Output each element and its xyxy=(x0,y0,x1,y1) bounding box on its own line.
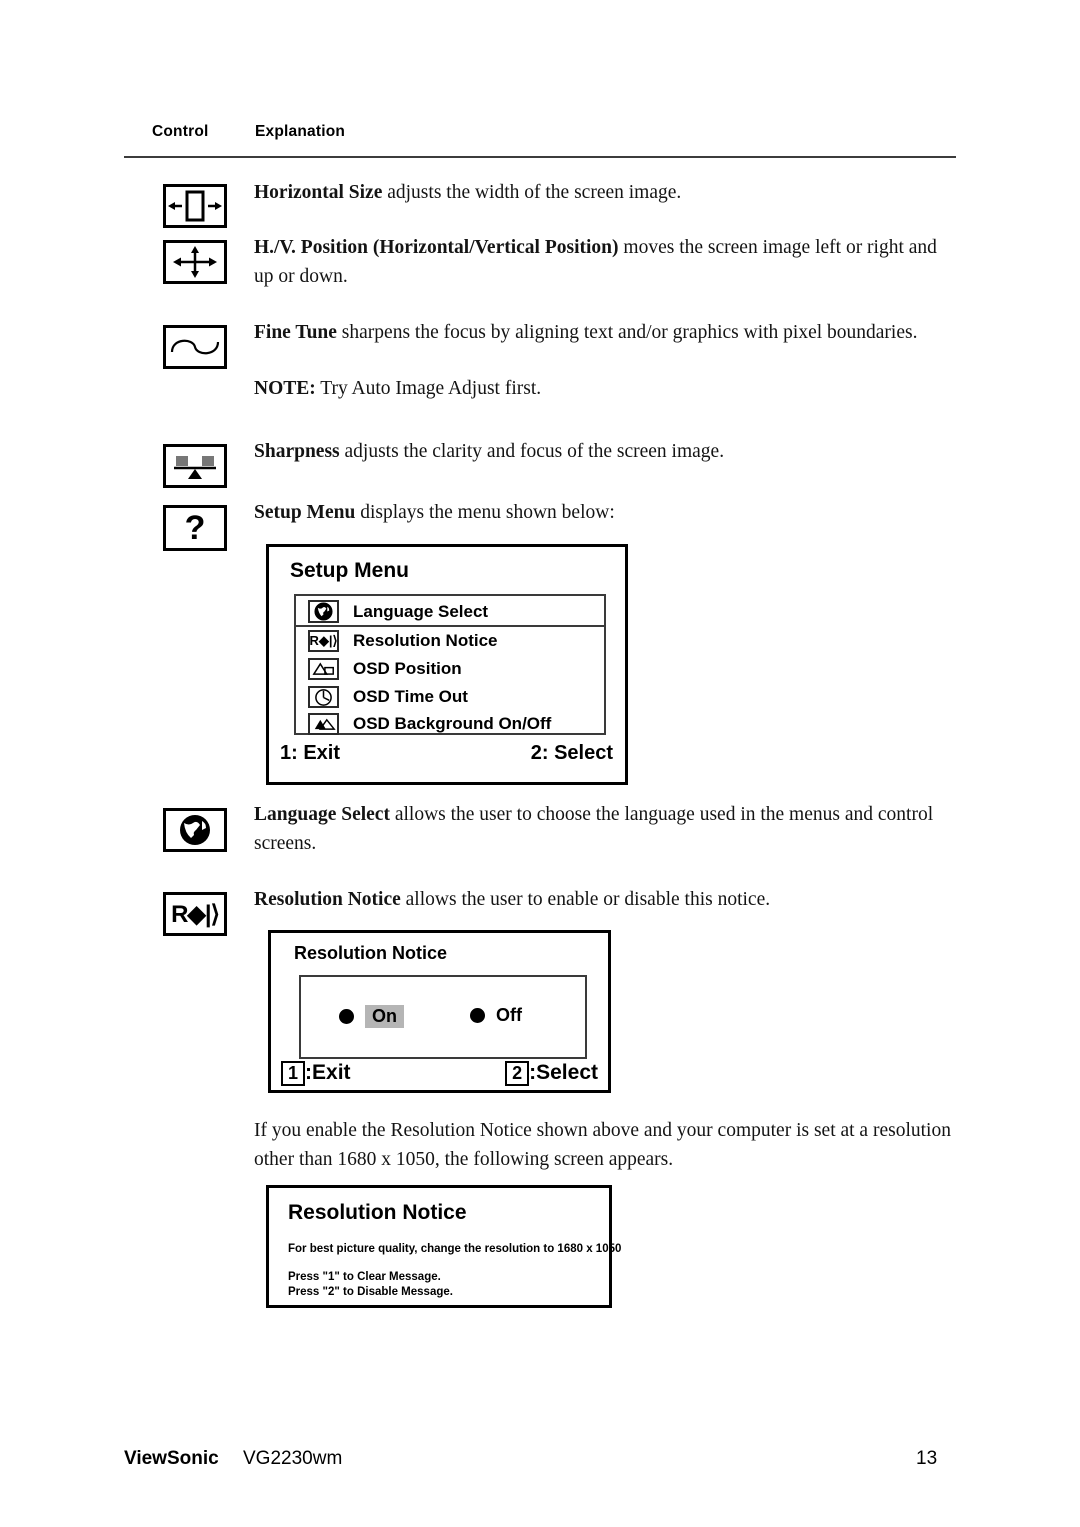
resolution-message-body: For best picture quality, change the res… xyxy=(288,1243,622,1255)
menu-item-osd-time-out[interactable]: OSD Time Out xyxy=(296,683,604,711)
radio-dot-on xyxy=(339,1009,354,1024)
radio-label-on: On xyxy=(365,1005,404,1028)
resolution-message-title: Resolution Notice xyxy=(288,1201,467,1224)
fine-tune-icon xyxy=(162,324,228,370)
resolution-notice-select[interactable]: 2:Select xyxy=(505,1061,598,1086)
resolution-notice-exit[interactable]: 1:Exit xyxy=(281,1061,351,1086)
menu-item-label: OSD Background On/Off xyxy=(353,714,552,733)
intermediate-paragraph: If you enable the Resolution Notice show… xyxy=(254,1120,951,1170)
note-label: NOTE: xyxy=(254,378,316,399)
setup-menu-exit-label[interactable]: 1: Exit xyxy=(280,742,340,765)
desc-fine-tune: sharpens the focus by aligning text and/… xyxy=(336,322,918,343)
menu-item-osd-position[interactable]: OSD Position xyxy=(296,655,604,683)
resolution-message-osd: Resolution Notice For best picture quali… xyxy=(266,1185,621,1308)
setup-menu-osd: Setup Menu Language Select R◆|⟩ Resoluti… xyxy=(266,544,628,785)
resolution-notice-icon: R◆|⟩ xyxy=(308,630,339,652)
entry-setup-menu: Setup Menu displays the menu shown below… xyxy=(254,498,954,527)
language-select-icon xyxy=(162,807,228,853)
entry-fine-tune: Fine Tune sharpens the focus by aligning… xyxy=(254,318,954,347)
term-resolution-notice: Resolution Notice xyxy=(254,889,401,910)
radio-option-off[interactable]: Off xyxy=(470,1005,522,1026)
radio-option-on[interactable]: On xyxy=(339,1005,404,1028)
column-header-control: Control xyxy=(152,123,209,140)
entry-sharpness: Sharpness adjusts the clarity and focus … xyxy=(254,437,954,466)
desc-setup-menu: displays the menu shown below: xyxy=(355,502,615,523)
setup-menu-osd-title: Setup Menu xyxy=(290,559,409,582)
select-label: :Select xyxy=(529,1061,598,1085)
menu-item-osd-background[interactable]: OSD Background On/Off xyxy=(296,711,604,737)
table-header: Control Explanation xyxy=(0,123,1080,147)
desc-sharpness: adjusts the clarity and focus of the scr… xyxy=(339,441,725,462)
term-hv-position: H./V. Position (Horizontal/Vertical Posi… xyxy=(254,237,619,258)
setup-menu-icon: ? xyxy=(162,504,228,552)
term-setup-menu: Setup Menu xyxy=(254,502,356,523)
setup-menu-list: Language Select R◆|⟩ Resolution Notice O… xyxy=(294,594,606,735)
page-footer: ViewSonic VG2230wm 13 xyxy=(0,1448,1080,1478)
entry-language-select: Language Select allows the user to choos… xyxy=(254,800,960,858)
resolution-notice-icon: R◆|⟩ xyxy=(162,891,228,937)
menu-item-resolution-notice[interactable]: R◆|⟩ Resolution Notice xyxy=(296,627,604,655)
radio-dot-off xyxy=(470,1008,485,1023)
globe-icon xyxy=(308,600,339,623)
footer-page-number: 13 xyxy=(916,1448,938,1469)
footer-brand: ViewSonic xyxy=(124,1448,219,1469)
term-fine-tune: Fine Tune xyxy=(254,322,337,343)
hv-position-icon xyxy=(162,239,228,285)
clock-icon xyxy=(308,686,339,708)
exit-label: :Exit xyxy=(305,1061,351,1085)
key-2-badge: 2 xyxy=(505,1061,530,1086)
note-text: Try Auto Image Adjust first. xyxy=(315,378,542,399)
resolution-message-line1: Press "1" to Clear Message. xyxy=(288,1271,441,1283)
menu-item-label: OSD Position xyxy=(353,659,462,678)
horizontal-size-icon xyxy=(162,183,228,229)
footer-model: VG2230wm xyxy=(243,1448,343,1469)
setup-menu-select-label[interactable]: 2: Select xyxy=(531,742,613,765)
radio-label-off: Off xyxy=(496,1005,522,1025)
desc-horizontal-size: adjusts the width of the screen image. xyxy=(382,182,682,203)
entry-hv-position: H./V. Position (Horizontal/Vertical Posi… xyxy=(254,233,960,291)
resolution-notice-osd: Resolution Notice On Off 1:Exit 2:Select xyxy=(268,930,611,1093)
term-language-select: Language Select xyxy=(254,804,390,825)
entry-horizontal-size: Horizontal Size adjusts the width of the… xyxy=(254,178,954,207)
osd-background-icon xyxy=(308,713,339,735)
menu-item-label: Resolution Notice xyxy=(353,631,498,650)
resolution-notice-osd-title: Resolution Notice xyxy=(294,943,448,963)
osd-position-icon xyxy=(308,658,339,680)
entry-fine-tune-note: NOTE: Try Auto Image Adjust first. xyxy=(254,374,954,403)
desc-resolution-notice: allows the user to enable or disable thi… xyxy=(400,889,771,910)
header-divider xyxy=(124,156,956,158)
resolution-message-line2: Press "2" to Disable Message. xyxy=(288,1286,453,1298)
sharpness-icon xyxy=(162,443,228,489)
resolution-notice-options-frame: On Off xyxy=(299,975,587,1059)
key-1-badge: 1 xyxy=(281,1061,306,1086)
term-sharpness: Sharpness xyxy=(254,441,340,462)
menu-item-label: Language Select xyxy=(353,601,489,621)
svg-text:?: ? xyxy=(185,509,206,547)
term-horizontal-size: Horizontal Size xyxy=(254,182,383,203)
entry-resolution-notice: Resolution Notice allows the user to ena… xyxy=(254,885,954,914)
column-header-explanation: Explanation xyxy=(255,123,346,140)
menu-item-label: OSD Time Out xyxy=(353,687,468,706)
menu-item-language-select[interactable]: Language Select xyxy=(296,596,604,627)
